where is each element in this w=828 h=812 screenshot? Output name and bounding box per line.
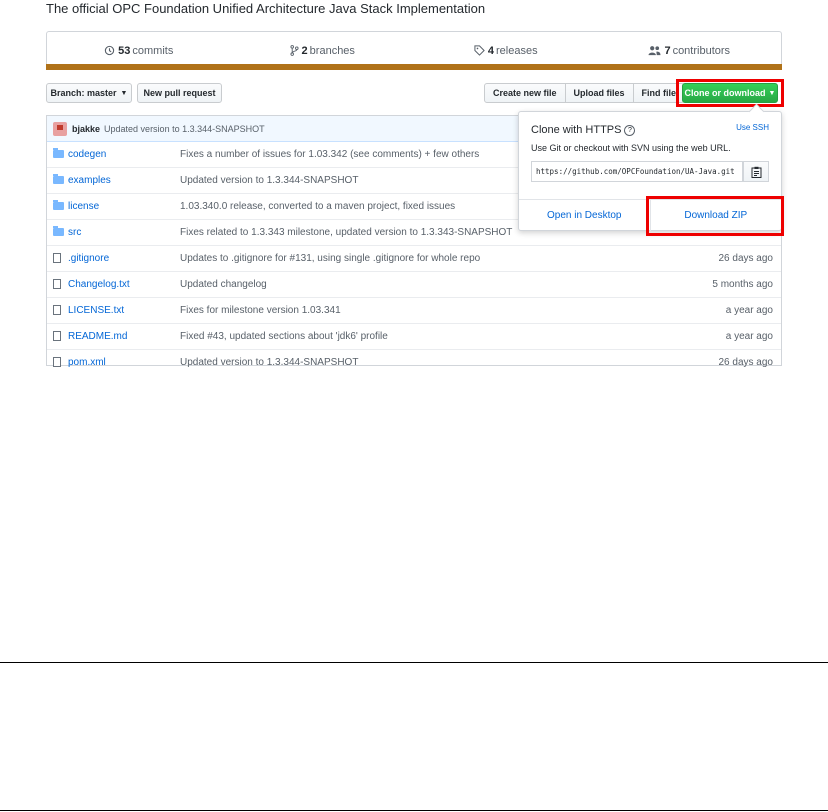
contributors-label: contributors [672, 44, 731, 57]
table-row: pom.xml Updated version to 1.3.344-SNAPSH… [47, 349, 781, 375]
file-commit-message[interactable]: Fixed #43, updated sections about 'jdk6'… [180, 331, 388, 342]
clone-popup-title-text: Clone with HTTPS [531, 124, 622, 136]
avatar[interactable] [53, 121, 67, 136]
file-age: 5 months ago [712, 279, 773, 290]
releases-label: releases [496, 44, 538, 57]
table-row: README.md Fixed #43, updated sections abo… [47, 323, 781, 349]
repo-description: The official OPC Foundation Unified Arch… [46, 1, 486, 16]
file-commit-message[interactable]: Fixes for milestone version 1.03.341 [180, 305, 341, 316]
file-commit-message[interactable]: Updated changelog [180, 279, 267, 290]
file-name-link[interactable]: README.md [68, 331, 127, 342]
file-icon [53, 357, 61, 367]
language-bar[interactable] [46, 64, 782, 70]
folder-icon [53, 174, 64, 184]
download-zip-highlight [646, 196, 784, 236]
branches-label: branches [309, 44, 355, 57]
file-commit-message[interactable]: 1.03.340.0 release, converted to a maven… [180, 201, 455, 212]
file-commit-message[interactable]: Fixes a number of issues for 1.03.342 (s… [180, 149, 479, 160]
commits-label: commits [132, 44, 174, 57]
commits-count: 53 [118, 44, 131, 57]
clone-button-highlight [676, 79, 784, 107]
file-commit-message[interactable]: Updated version to 1.3.344-SNAPSHOT [180, 175, 358, 186]
file-name-link[interactable]: codegen [68, 149, 106, 160]
branch-select-button[interactable]: Branch: master ▼ [46, 83, 132, 103]
clone-popup-description: Use Git or checkout with SVN using the w… [531, 143, 731, 153]
tag-icon [474, 45, 485, 56]
file-icon [53, 253, 61, 263]
file-commit-message[interactable]: Fixes related to 1.3.343 milestone, upda… [180, 227, 512, 238]
history-icon [104, 45, 115, 56]
file-name-link[interactable]: .gitignore [68, 253, 109, 264]
file-icon [53, 331, 61, 341]
open-in-desktop-button[interactable]: Open in Desktop [519, 200, 651, 231]
branch-select-label: Branch: master [50, 88, 117, 98]
divider-line [0, 810, 828, 811]
copy-to-clipboard-button[interactable] [743, 161, 769, 182]
clone-url-input[interactable]: https://github.com/OPCFoundation/UA-Java… [531, 161, 743, 182]
branch-icon [290, 45, 299, 56]
file-actions-group: Create new file Upload files Find file [484, 83, 686, 103]
table-row: Changelog.txt Updated changelog 5 months a… [47, 271, 781, 297]
folder-icon [53, 200, 64, 210]
file-name-link[interactable]: src [68, 227, 81, 238]
use-ssh-link[interactable]: Use SSH [736, 123, 769, 132]
file-name-link[interactable]: examples [68, 175, 111, 186]
file-commit-message[interactable]: Updates to .gitignore for #131, using si… [180, 253, 480, 264]
create-new-file-button[interactable]: Create new file [485, 84, 566, 102]
file-age: 26 days ago [718, 253, 774, 264]
clipboard-icon [751, 166, 761, 178]
file-commit-message[interactable]: Updated version to 1.3.344-SNAPSHOT [180, 357, 358, 368]
file-name-link[interactable]: LICENSE.txt [68, 305, 124, 316]
branches-count: 2 [301, 44, 308, 57]
file-name-link[interactable]: pom.xml [68, 357, 106, 368]
help-icon[interactable]: ? [624, 124, 636, 136]
divider-line [0, 662, 828, 663]
upload-files-button[interactable]: Upload files [566, 84, 634, 102]
folder-icon [53, 226, 64, 236]
table-row: .gitignore Updates to .gitignore for #131… [47, 245, 781, 271]
releases-count: 4 [487, 44, 495, 57]
file-name-link[interactable]: Changelog.txt [68, 279, 130, 290]
file-age: 26 days ago [718, 357, 774, 368]
clone-popup-title: Clone with HTTPS? [531, 124, 636, 136]
file-name-link[interactable]: license [68, 201, 99, 212]
file-age: a year ago [725, 331, 773, 342]
file-age: a year ago [725, 305, 773, 316]
caret-down-icon: ▼ [120, 89, 128, 97]
table-row: LICENSE.txt Fixes for milestone version 1… [47, 297, 781, 323]
folder-icon [53, 148, 64, 158]
file-icon [53, 305, 61, 315]
commit-author[interactable]: bjakke [72, 124, 100, 134]
file-icon [53, 279, 61, 289]
people-icon [648, 46, 661, 56]
contributors-count: 7 [664, 44, 671, 57]
new-pull-request-button[interactable]: New pull request [137, 83, 222, 103]
commit-message[interactable]: Updated version to 1.3.344-SNAPSHOT [104, 124, 265, 134]
